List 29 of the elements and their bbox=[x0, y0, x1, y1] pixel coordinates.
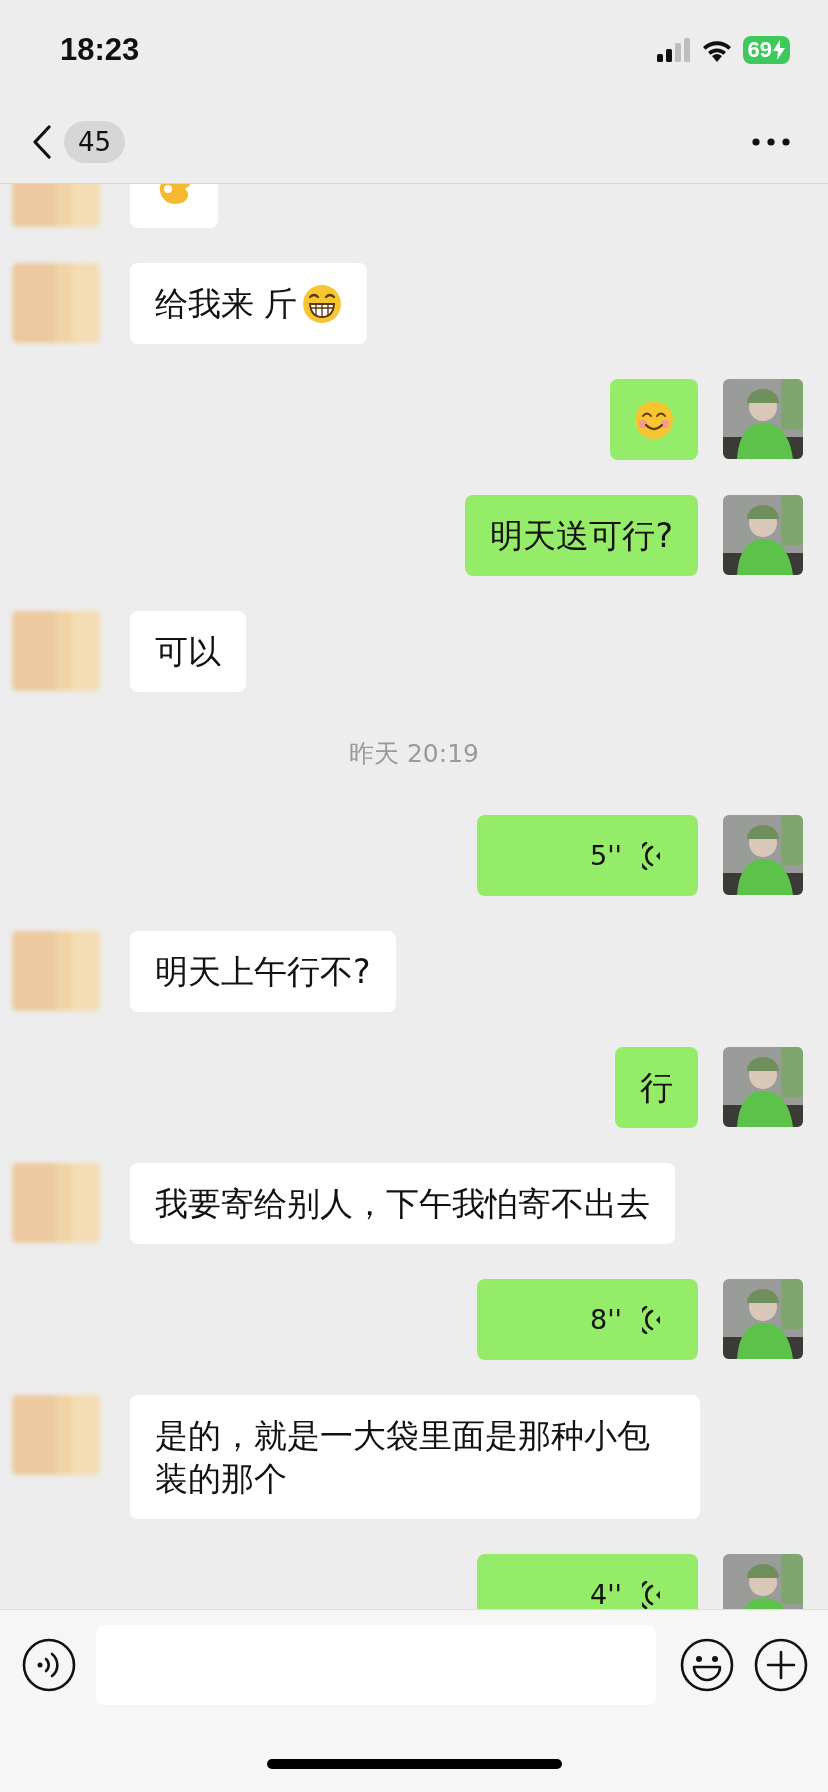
grinning-face-icon bbox=[301, 283, 342, 324]
signal-icon bbox=[656, 38, 691, 62]
message-text: 给我来 斤 bbox=[155, 283, 298, 325]
voice-message[interactable]: 4'' bbox=[477, 1554, 698, 1609]
back-icon[interactable] bbox=[32, 124, 52, 159]
more-icon[interactable] bbox=[752, 137, 790, 146]
voice-input-icon[interactable] bbox=[22, 1638, 76, 1692]
voice-duration: 5'' bbox=[589, 839, 622, 873]
unread-badge[interactable]: 45 bbox=[64, 120, 126, 163]
voice-wave-icon bbox=[642, 841, 662, 870]
message-bubble: 行 bbox=[615, 1047, 698, 1128]
message-bubble: 我要寄给别人，下午我怕寄不出去 bbox=[130, 1163, 675, 1244]
battery-indicator: 69 bbox=[742, 36, 790, 64]
voice-wave-icon bbox=[642, 1305, 662, 1334]
wifi-icon bbox=[700, 38, 733, 62]
message-bubble: 可以 bbox=[130, 611, 246, 692]
message-bubble: 是的，就是一大袋里面是那种小包装的那个 bbox=[130, 1395, 700, 1519]
charging-bolt-icon bbox=[773, 40, 785, 60]
emoji-icon[interactable] bbox=[680, 1638, 734, 1692]
voice-duration: 4'' bbox=[589, 1578, 622, 1609]
voice-message[interactable]: 8'' bbox=[477, 1279, 698, 1360]
voice-duration: 8'' bbox=[589, 1303, 622, 1337]
voice-message[interactable]: 5'' bbox=[477, 815, 698, 896]
timestamp: 昨天 20:19 bbox=[349, 738, 479, 770]
status-time: 18:23 bbox=[60, 32, 140, 68]
smiling-face-icon bbox=[634, 399, 674, 440]
message-bubble: 明天送可行? bbox=[465, 495, 698, 576]
message-bubble: 明天上午行不? bbox=[130, 931, 396, 1012]
add-icon[interactable] bbox=[754, 1638, 808, 1692]
